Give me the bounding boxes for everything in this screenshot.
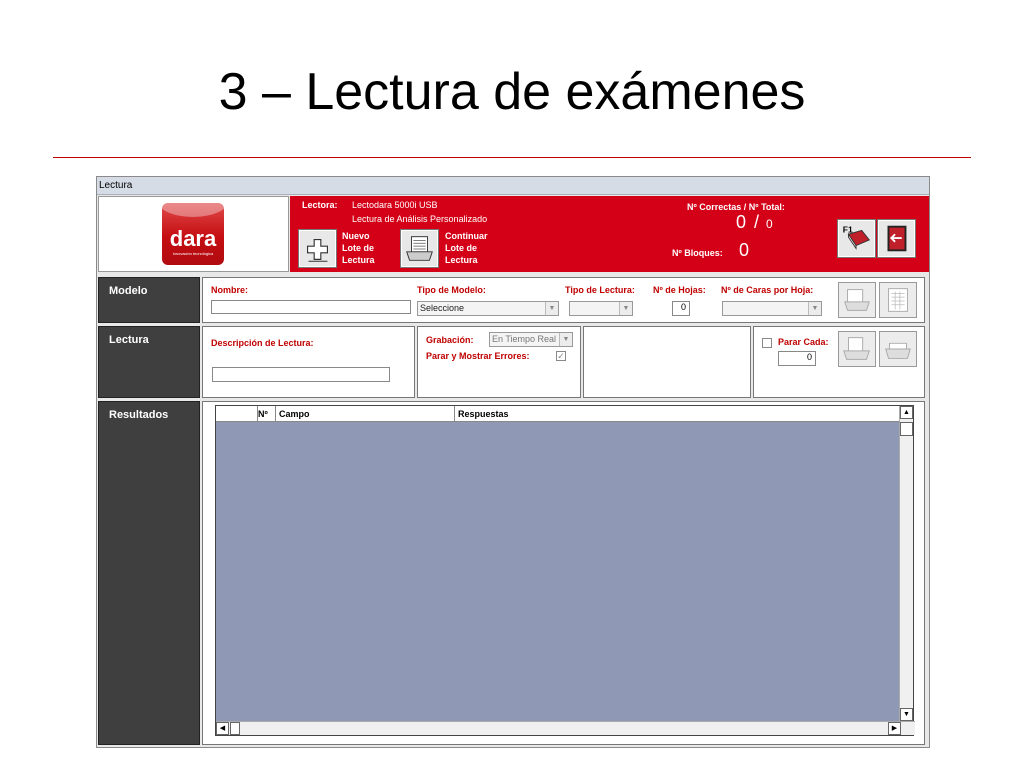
- header-bar: Lectora: Lectodara 5000i USB Lectura de …: [290, 196, 929, 272]
- continue-batch-button[interactable]: [400, 229, 439, 268]
- hojas-input[interactable]: 0: [672, 301, 690, 316]
- plus-icon: [307, 238, 328, 262]
- hojas-label: Nº de Hojas:: [653, 285, 706, 295]
- logo-text: dara: [169, 226, 217, 251]
- app-window: Lectura dara innovación tecnológica Lect…: [96, 176, 930, 748]
- continue-batch-label: Continuar Lote de Lectura: [445, 231, 488, 265]
- blocks-label: Nº Bloques:: [672, 248, 723, 258]
- reading-tool-button-2[interactable]: [879, 331, 917, 367]
- parar-errores-checkbox[interactable]: ✓: [556, 351, 566, 361]
- col-header-respuestas[interactable]: Respuestas: [455, 406, 901, 422]
- logo-subtitle: innovación tecnológica: [172, 251, 214, 256]
- nombre-label: Nombre:: [211, 285, 249, 295]
- results-grid[interactable]: Nº Campo Respuestas ▲ ▼ ◀ ▶: [215, 405, 915, 736]
- dara-logo: dara innovación tecnológica: [162, 203, 224, 265]
- exit-door-icon: [887, 225, 907, 252]
- section-resultados: Resultados: [98, 401, 200, 745]
- reading-tool-button-1[interactable]: [838, 331, 876, 367]
- tipo-lectura-select[interactable]: ▼: [569, 301, 633, 316]
- parar-cada-panel: Parar Cada: 0: [753, 326, 925, 398]
- grid-header: Nº Campo Respuestas: [216, 406, 901, 422]
- parar-cada-checkbox[interactable]: [762, 338, 772, 348]
- lectora-value: Lectodara 5000i USB: [352, 200, 438, 210]
- caras-select[interactable]: ▼: [722, 301, 822, 316]
- parar-cada-input[interactable]: 0: [778, 351, 816, 366]
- help-button[interactable]: F1: [837, 219, 876, 258]
- section-lectura: Lectura: [98, 326, 200, 398]
- nombre-input[interactable]: [211, 300, 411, 314]
- chevron-down-icon: ▼: [545, 302, 558, 315]
- chevron-down-icon: ▼: [559, 333, 572, 346]
- chevron-down-icon: ▼: [808, 302, 821, 315]
- scroll-up-icon[interactable]: ▲: [900, 406, 913, 419]
- count-separator: /: [754, 212, 760, 232]
- parar-cada-label: Parar Cada:: [778, 337, 829, 347]
- document-grid-icon: [888, 288, 908, 312]
- help-book-icon: F1: [843, 224, 871, 250]
- new-batch-button[interactable]: [298, 229, 337, 268]
- tipo-modelo-label: Tipo de Modelo:: [417, 285, 486, 295]
- tipo-modelo-select[interactable]: Seleccione ▼: [417, 301, 559, 316]
- lectura-empty-panel: [583, 326, 751, 398]
- scroll-thumb[interactable]: [900, 422, 913, 436]
- scanner-sheets-icon: [844, 289, 870, 311]
- grid-row-selector-header: [216, 406, 258, 422]
- grabacion-label: Grabación:: [426, 335, 474, 345]
- blocks-count: 0: [739, 240, 750, 260]
- tipo-lectura-label: Tipo de Lectura:: [565, 285, 635, 295]
- lectora-label: Lectora:: [302, 200, 338, 210]
- scroll-down-icon[interactable]: ▼: [900, 708, 913, 721]
- scanner-feed-icon: [843, 337, 870, 360]
- descripcion-label: Descripción de Lectura:: [211, 338, 314, 348]
- correct-total-label: Nº Correctas / Nº Total:: [687, 202, 785, 212]
- total-count: 0: [766, 217, 773, 231]
- lectura-type: Lectura de Análisis Personalizado: [352, 214, 488, 224]
- parar-errores-label: Parar y Mostrar Errores:: [426, 351, 530, 361]
- printer-icon: [885, 342, 911, 359]
- caras-label: Nº de Caras por Hoja:: [721, 285, 814, 295]
- descripcion-input[interactable]: [212, 367, 390, 382]
- descripcion-panel: Descripción de Lectura:: [202, 326, 415, 398]
- scroll-thumb-h[interactable]: [230, 722, 240, 735]
- logo-swoosh: [162, 203, 224, 217]
- scroll-right-icon[interactable]: ▶: [888, 722, 901, 735]
- logo-panel: dara innovación tecnológica: [98, 196, 289, 272]
- exit-button[interactable]: [877, 219, 916, 258]
- vertical-scrollbar[interactable]: ▲ ▼: [899, 406, 913, 721]
- modelo-panel: Nombre: Tipo de Modelo: Seleccione ▼ Tipo…: [202, 277, 925, 323]
- chevron-down-icon: ▼: [619, 302, 632, 315]
- grabacion-panel: Grabación: En Tiempo Real ▼ Parar y Mostr…: [417, 326, 581, 398]
- grabacion-select[interactable]: En Tiempo Real ▼: [489, 332, 573, 347]
- scanner-icon: [406, 236, 433, 261]
- slide-title: 3 – Lectura de exámenes: [218, 63, 806, 121]
- model-tool-button-2[interactable]: [879, 282, 917, 318]
- new-batch-label: Nuevo Lote de Lectura: [342, 231, 375, 265]
- horizontal-scrollbar[interactable]: ◀ ▶: [216, 721, 915, 735]
- section-modelo: Modelo: [98, 277, 200, 323]
- correct-count: 0: [736, 212, 747, 232]
- scroll-left-icon[interactable]: ◀: [216, 722, 229, 735]
- col-header-campo[interactable]: Campo: [258, 406, 455, 422]
- window-titlebar: Lectura: [97, 177, 929, 195]
- svg-text:F1: F1: [843, 224, 853, 234]
- title-divider: [53, 157, 971, 158]
- model-tool-button-1[interactable]: [838, 282, 876, 318]
